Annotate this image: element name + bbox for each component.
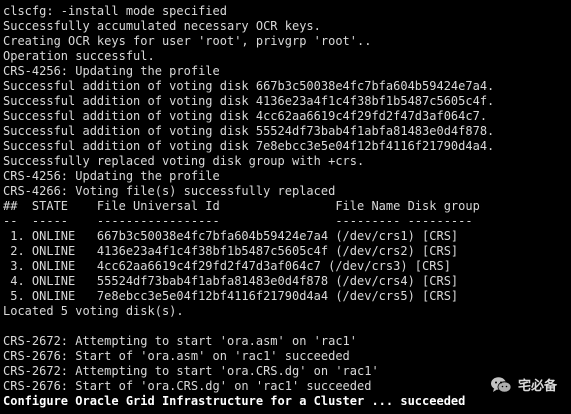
wechat-icon <box>490 376 512 394</box>
terminal-line: Successful addition of voting disk 4cc62… <box>3 109 488 123</box>
terminal-line: CRS-4256: Updating the profile <box>3 169 220 183</box>
terminal-line: Creating OCR keys for user 'root', privg… <box>3 34 372 48</box>
terminal-line: Successfully accumulated necessary OCR k… <box>3 19 321 33</box>
terminal-line: CRS-4266: Voting file(s) successfully re… <box>3 184 336 198</box>
terminal-line: Successful addition of voting disk 4136e… <box>3 94 495 108</box>
voting-disk-row: 3. ONLINE 4cc62aa6619c4f29fd2f47d3af064c… <box>3 259 451 273</box>
terminal-window[interactable]: clscfg: -install mode specified Successf… <box>0 0 571 414</box>
terminal-line: Successful addition of voting disk 55524… <box>3 124 495 138</box>
terminal-line: Operation successful. <box>3 49 155 63</box>
voting-disk-table-header: ## STATE File Universal Id File Name Dis… <box>3 199 480 213</box>
terminal-line: Successful addition of voting disk 667b3… <box>3 79 495 93</box>
voting-disk-row: 5. ONLINE 7e8ebcc3e5e04f12bf4116f21790d4… <box>3 289 459 303</box>
voting-disk-row: 4. ONLINE 55524df73bab4f1abfa81483e0d4f8… <box>3 274 459 288</box>
terminal-line: CRS-2676: Start of 'ora.asm' on 'rac1' s… <box>3 349 350 363</box>
terminal-line: Successfully replaced voting disk group … <box>3 154 365 168</box>
terminal-line: Located 5 voting disk(s). <box>3 304 184 318</box>
voting-disk-table-separator: -- ----- ----------------- --------- ---… <box>3 214 473 228</box>
terminal-line: Successful addition of voting disk 7e8eb… <box>3 139 495 153</box>
terminal-line: clscfg: -install mode specified <box>3 4 227 18</box>
terminal-line: CRS-2676: Start of 'ora.CRS.dg' on 'rac1… <box>3 379 372 393</box>
terminal-line: CRS-4256: Updating the profile <box>3 64 220 78</box>
terminal-line: CRS-2672: Attempting to start 'ora.CRS.d… <box>3 364 379 378</box>
watermark-text: 宅必备 <box>517 379 557 394</box>
terminal-line: CRS-2672: Attempting to start 'ora.asm' … <box>3 334 358 348</box>
voting-disk-row: 2. ONLINE 4136e23a4f1c4f38bf1b5487c5605c… <box>3 244 459 258</box>
watermark: 宅必备 <box>490 375 557 394</box>
final-status-line: Configure Oracle Grid Infrastructure for… <box>3 394 466 408</box>
voting-disk-row: 1. ONLINE 667b3c50038e4fc7bfa604b59424e7… <box>3 229 459 243</box>
